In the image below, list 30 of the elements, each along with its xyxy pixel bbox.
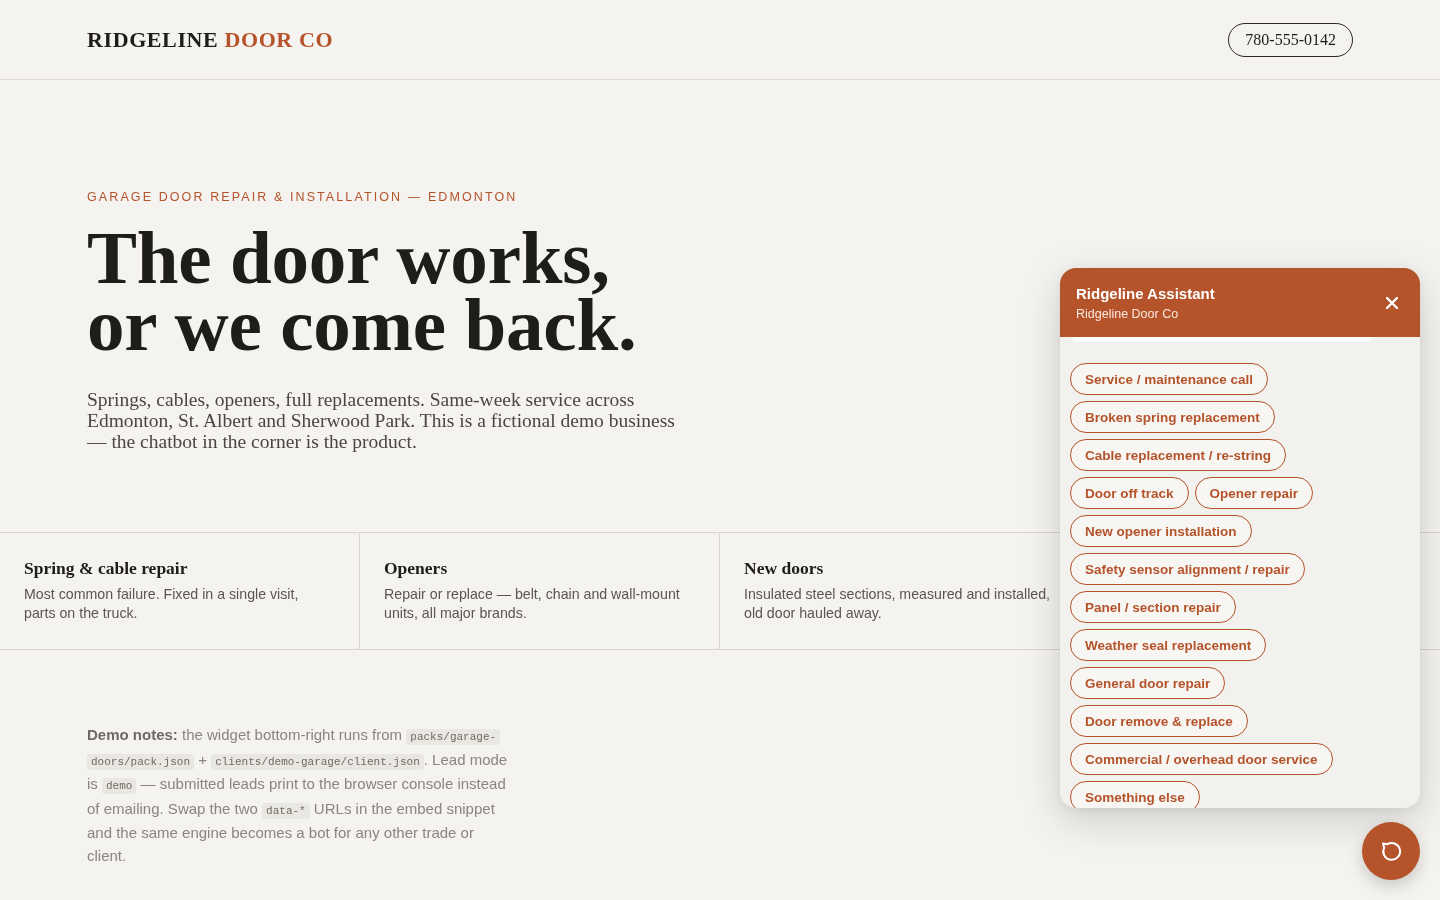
chat-title: Ridgeline Assistant	[1076, 285, 1215, 303]
close-button[interactable]	[1386, 297, 1398, 309]
quick-reply-chip[interactable]: Panel / section repair	[1070, 591, 1236, 623]
quick-reply-chip[interactable]: Service / maintenance call	[1070, 363, 1269, 395]
service-title: Spring & cable repair	[24, 558, 188, 579]
chat-subtitle: Ridgeline Door Co	[1076, 306, 1179, 322]
service-title: New doors	[744, 558, 824, 579]
close-icon	[1386, 297, 1398, 309]
service-description: Repair or replace — belt, chain and wall-mount units, all major brands.	[384, 585, 681, 623]
quick-reply-chip[interactable]: Commercial / overhead door service	[1070, 743, 1333, 775]
demo-notes-text: Demo notes: the widget bottom-right runs from packs/garage-doors/pack.json + clients/demo-garage/client.json . Lead mode is demo — submitted leads print to the browser console instead of emailing. Swap the two data-* URLs in the embed snippet and the same engine becomes a bot for any other trade or client.	[87, 725, 509, 866]
chat-bubble-icon	[1380, 840, 1402, 862]
quick-reply-chip[interactable]: Safety sensor alignment / repair	[1070, 553, 1305, 585]
service-description: Most common failure. Fixed in a single visit, parts on the truck.	[24, 585, 300, 623]
quick-reply-chip[interactable]: Something else	[1070, 781, 1200, 808]
quick-reply-chip[interactable]: Door remove & replace	[1070, 705, 1248, 737]
quick-reply-chip[interactable]: Opener repair	[1194, 477, 1314, 509]
service-description: Insulated steel sections, measured and installed, old door hauled away.	[744, 585, 1051, 623]
quick-reply-chip[interactable]: General door repair	[1070, 667, 1226, 699]
hero-headline: The door works, or we come back.	[87, 224, 637, 358]
logo-link[interactable]: RIDGELINE DOOR CO	[87, 26, 334, 53]
quick-reply-chip[interactable]: Door off track	[1070, 477, 1189, 509]
eyebrow-text: GARAGE DOOR REPAIR & INSTALLATION — EDMONTON	[87, 190, 518, 204]
hero-description: Springs, cables, openers, full replacements. Same-week service across Edmonton, St. Albert and Sherwood Park. This is a fictional demo business — the chatbot in the corner is the product.	[87, 389, 676, 452]
quick-reply-chip[interactable]: New opener installation	[1070, 515, 1252, 547]
quick-reply-chip[interactable]: Cable replacement / re-string	[1070, 439, 1287, 471]
quick-reply-chip[interactable]: Weather seal replacement	[1070, 629, 1267, 661]
quick-reply-chip[interactable]: Broken spring replacement	[1070, 401, 1275, 433]
service-title: Openers	[384, 558, 448, 579]
chat-launcher-button[interactable]	[1362, 822, 1420, 880]
